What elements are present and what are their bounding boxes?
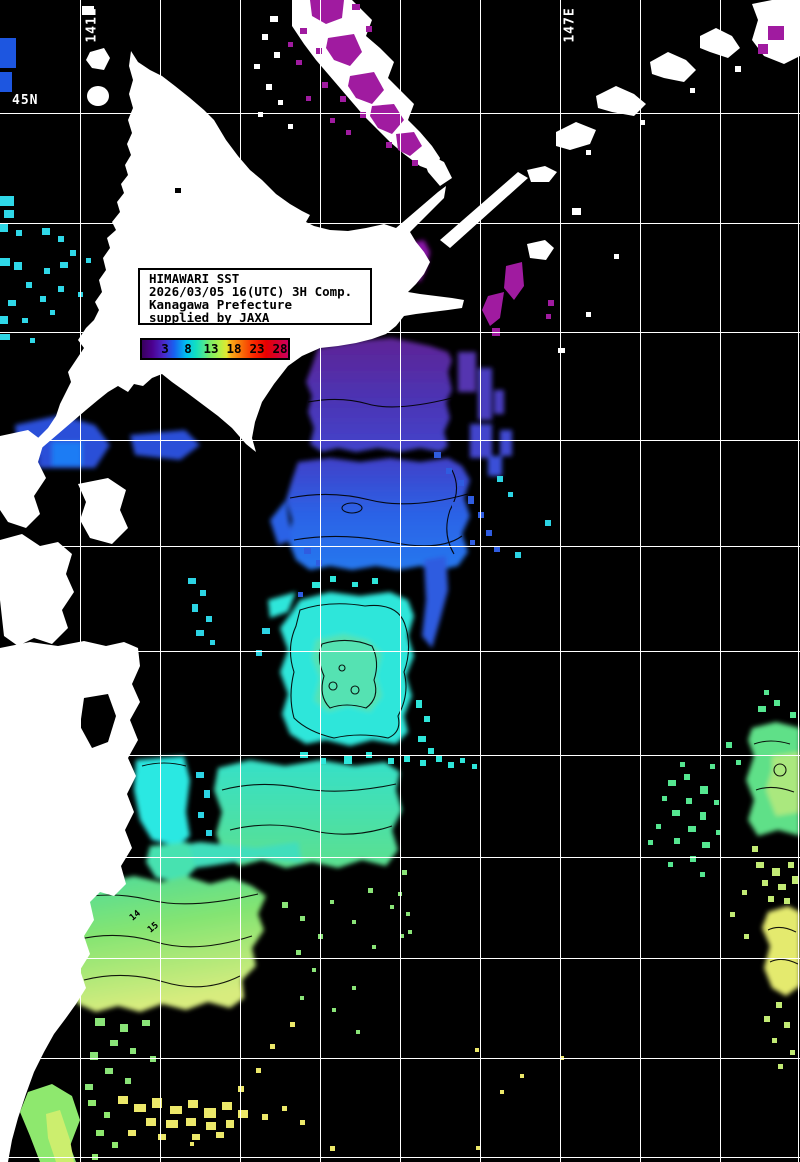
- info-box: HIMAWARI SST 2026/03/05 16(UTC) 3H Comp.…: [138, 268, 372, 325]
- sst-map-screen: 141E 147E 45N 14 15 HIMAWARI SST 2026/03…: [0, 0, 800, 1162]
- colorbar-tick: 3: [161, 341, 169, 356]
- temperature-colorbar: 3 8 13 18 23 28: [140, 338, 290, 360]
- sst-map-canvas: [0, 0, 800, 1162]
- colorbar-tick: 23: [249, 341, 264, 356]
- credit-line: supplied by JAXA: [149, 311, 370, 324]
- colorbar-tick: 28: [272, 341, 287, 356]
- lon-label-141e: 141E: [85, 7, 100, 42]
- lon-label-147e: 147E: [563, 7, 578, 42]
- rishiri-island: [87, 86, 109, 106]
- colorbar-tick: 13: [203, 341, 218, 356]
- colorbar-tick: 18: [226, 341, 241, 356]
- lat-label-45n: 45N: [12, 93, 38, 108]
- colorbar-tick: 8: [184, 341, 192, 356]
